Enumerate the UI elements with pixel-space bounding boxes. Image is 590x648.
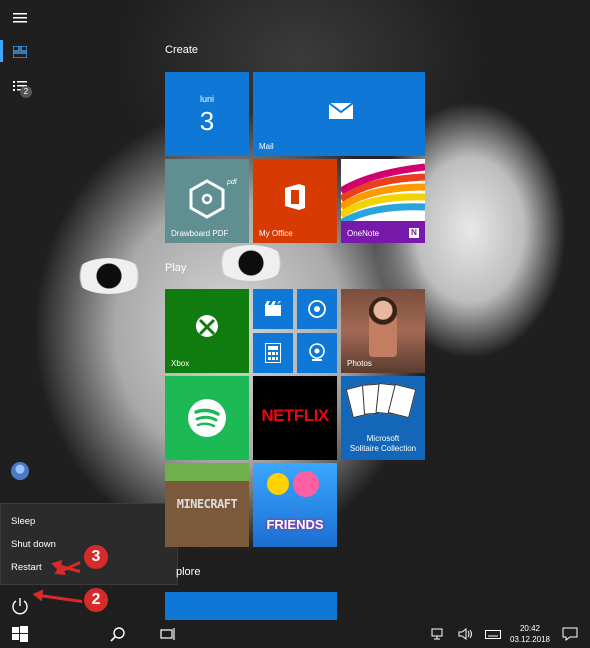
wallpaper-eye-right <box>216 245 286 281</box>
user-avatar[interactable] <box>11 462 29 480</box>
power-icon[interactable] <box>10 596 30 616</box>
network-icon[interactable] <box>430 626 446 642</box>
camera-tile[interactable] <box>297 333 337 373</box>
group-title-create[interactable]: Create <box>165 44 198 56</box>
clock-time: 20:42 <box>519 624 540 633</box>
office-icon <box>283 183 307 216</box>
netflix-tile[interactable]: NETFLIX <box>253 376 337 460</box>
calendar-tile[interactable]: luni 3 <box>165 72 249 156</box>
xbox-tile-label: Xbox <box>171 359 190 368</box>
action-center-icon[interactable] <box>562 626 578 642</box>
taskbar-clock[interactable]: 20:42 03.12.2018 <box>510 623 550 645</box>
power-flyout: Sleep Shut down Restart <box>0 503 178 585</box>
friends-logo-text: FRIENDS <box>266 517 324 532</box>
calendar-day-name: luni <box>199 94 214 104</box>
xbox-tile[interactable]: Xbox <box>165 289 249 373</box>
calculator-icon <box>265 343 281 368</box>
my-office-tile[interactable]: My Office <box>253 159 337 243</box>
spotify-tile[interactable] <box>165 376 249 460</box>
friends-character-image <box>267 473 289 495</box>
calculator-tile[interactable] <box>253 333 293 373</box>
spotify-icon <box>187 398 227 443</box>
task-view-icon[interactable] <box>160 626 176 642</box>
minecraft-tile[interactable]: MINECRAFT <box>165 463 249 547</box>
taskbar: 20:42 03.12.2018 <box>0 620 590 648</box>
search-icon[interactable] <box>110 626 126 642</box>
photos-tile-label: Photos <box>347 359 372 368</box>
rail-selected-indicator <box>0 40 3 62</box>
drawboard-tile-label: Drawboard PDF <box>171 229 229 238</box>
volume-icon[interactable] <box>457 626 473 642</box>
mail-icon <box>328 102 354 125</box>
film-icon <box>264 301 282 322</box>
restart-option[interactable]: Restart <box>11 562 42 573</box>
sleep-option[interactable]: Sleep <box>11 516 35 527</box>
list-badge: 2 <box>20 86 32 98</box>
calendar-day-number: 3 <box>199 106 215 136</box>
clock-date: 03.12.2018 <box>509 635 550 644</box>
friends-character-image <box>293 471 319 497</box>
photos-preview-image <box>369 297 397 357</box>
onenote-tile[interactable]: OneNote N <box>341 159 425 243</box>
wallpaper-eye-left <box>74 258 144 294</box>
onenote-tile-label: OneNote <box>347 229 380 238</box>
group-title-play[interactable]: Play <box>165 262 186 274</box>
minecraft-logo-text: MINECRAFT <box>176 497 238 511</box>
group-title-explore[interactable]: plore <box>176 566 200 578</box>
annotation-number-2: 2 <box>84 588 108 612</box>
hamburger-menu-icon[interactable] <box>10 8 30 28</box>
solitaire-tile[interactable]: Microsoft Solitaire Collection <box>341 376 425 460</box>
drawboard-hexagon-icon <box>187 179 227 224</box>
webcam-icon <box>308 343 326 368</box>
netflix-logo-text: NETFLIX <box>261 406 329 425</box>
touch-keyboard-icon[interactable] <box>485 626 501 642</box>
mail-tile-label: Mail <box>259 142 274 151</box>
annotation-number-3: 3 <box>84 545 108 569</box>
friends-game-tile[interactable]: FRIENDS <box>253 463 337 547</box>
photos-tile[interactable]: Photos <box>341 289 425 373</box>
groove-music-tile[interactable] <box>297 289 337 329</box>
drawboard-logo-text: pdf <box>227 179 237 186</box>
xbox-icon <box>195 314 219 343</box>
all-tiles-icon[interactable] <box>10 42 30 62</box>
windows-start-icon[interactable] <box>12 626 28 642</box>
shut-down-option[interactable]: Shut down <box>11 539 56 550</box>
solitaire-tile-label: Microsoft Solitaire Collection <box>349 434 417 453</box>
my-office-tile-label: My Office <box>259 229 293 238</box>
drawboard-pdf-tile[interactable]: pdf Drawboard PDF <box>165 159 249 243</box>
explore-tile[interactable] <box>165 592 337 620</box>
movies-tv-tile[interactable] <box>253 289 293 329</box>
onenote-small-icon: N <box>409 228 419 238</box>
mail-tile[interactable]: Mail <box>253 72 425 156</box>
music-disc-icon <box>308 300 326 323</box>
